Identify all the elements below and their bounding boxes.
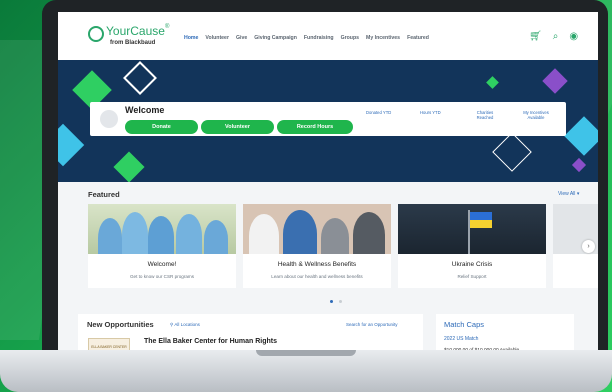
top-navigation: YourCause® from Blackbaud Home Volunteer…: [58, 12, 598, 60]
avatar[interactable]: [100, 110, 118, 128]
filter-icon: ⚲: [170, 322, 174, 327]
nav-home[interactable]: Home: [184, 35, 198, 41]
location-filter[interactable]: ⚲ All Locations: [170, 322, 200, 328]
person-illustration: [353, 212, 385, 254]
person-illustration: [122, 212, 148, 254]
record-hours-button[interactable]: Record Hours: [277, 120, 353, 134]
card-subtitle: Learn about our health and wellness bene…: [271, 274, 363, 279]
hero-decoration: [492, 132, 532, 172]
welcome-title: Welcome: [125, 105, 165, 115]
header-icons: 🛒︎ ⌕ ◉: [529, 32, 578, 42]
featured-card-health[interactable]: Health & Wellness Benefits Learn about o…: [243, 204, 391, 288]
opportunities-heading: New Opportunities: [87, 320, 154, 329]
card-subtitle: Get to know our CSR programs: [129, 274, 195, 279]
nav-volunteer[interactable]: Volunteer: [205, 35, 229, 41]
laptop-base: [0, 350, 612, 392]
welcome-card-image: [88, 204, 236, 254]
stat-my-incentives[interactable]: My Incentives Available: [518, 110, 554, 120]
flag-blue: [470, 212, 492, 220]
donate-button[interactable]: Donate: [125, 120, 198, 134]
hero-decoration: [571, 157, 587, 173]
user-icon[interactable]: ◉: [569, 32, 578, 42]
match-program-name[interactable]: 2022 US Match: [444, 336, 478, 342]
carousel-next-button[interactable]: ›: [582, 240, 595, 253]
hero-decoration: [58, 123, 85, 167]
person-illustration: [148, 216, 174, 254]
featured-heading: Featured: [88, 190, 120, 199]
card-subtitle: Relief Support: [457, 274, 487, 279]
health-card-image: [243, 204, 391, 254]
card-title: Welcome!: [147, 261, 177, 268]
card-title: Health & Wellness Benefits: [277, 261, 357, 268]
logo-registered-mark: ®: [164, 24, 170, 30]
stat-charities-reached[interactable]: Charities Reached: [472, 110, 498, 120]
main-menu: Home Volunteer Give Giving Campaign Fund…: [184, 35, 429, 41]
hero-decoration: [123, 61, 157, 95]
hero-decoration: [542, 68, 568, 94]
nav-featured[interactable]: Featured: [407, 35, 429, 41]
logo-subtitle: from Blackbaud: [110, 40, 156, 46]
logo-text: YourCause: [106, 24, 165, 38]
hero-decoration: [564, 116, 598, 156]
nav-give[interactable]: Give: [236, 35, 247, 41]
hero-banner: Welcome Donate Volunteer Record Hours Do…: [58, 60, 598, 182]
person-illustration: [204, 220, 228, 254]
search-opportunity-link[interactable]: Search for an Opportunity: [346, 322, 398, 327]
nav-fundraising[interactable]: Fundraising: [304, 35, 334, 41]
carousel-dot[interactable]: [339, 300, 342, 303]
chevron-down-icon: ▾: [576, 191, 580, 197]
nav-groups[interactable]: Groups: [341, 35, 359, 41]
location-filter-label: All Locations: [174, 322, 200, 327]
person-illustration: [321, 218, 349, 254]
featured-card-welcome[interactable]: Welcome! Get to know our CSR programs: [88, 204, 236, 288]
card-title: Ukraine Crisis: [451, 261, 493, 268]
welcome-card: Welcome Donate Volunteer Record Hours Do…: [90, 102, 566, 136]
person-illustration: [176, 214, 202, 254]
welcome-actions: Donate Volunteer Record Hours: [125, 120, 353, 134]
hero-decoration: [486, 76, 499, 89]
hero-decoration: [113, 151, 145, 182]
cart-icon[interactable]: 🛒︎: [529, 32, 542, 42]
carousel-dots: [330, 300, 342, 303]
nav-giving-campaign[interactable]: Giving Campaign: [254, 35, 297, 41]
view-all-label: View All: [558, 191, 576, 197]
logo-mark-icon: [88, 26, 104, 42]
stat-donated-ytd[interactable]: Donated YTD: [366, 110, 391, 115]
stat-hours-ytd[interactable]: Hours YTD: [420, 110, 441, 115]
person-illustration: [249, 214, 279, 254]
volunteer-button[interactable]: Volunteer: [201, 120, 274, 134]
laptop-screen: YourCause® from Blackbaud Home Volunteer…: [58, 12, 598, 356]
opportunity-name[interactable]: The Ella Baker Center for Human Rights: [144, 338, 277, 345]
search-icon[interactable]: ⌕: [553, 32, 559, 42]
ukraine-card-image: [398, 204, 546, 254]
person-illustration: [283, 210, 317, 254]
view-all-link[interactable]: View All ▾: [558, 191, 579, 197]
flag-pole: [468, 210, 470, 254]
featured-card-ukraine[interactable]: Ukraine Crisis Relief Support: [398, 204, 546, 288]
flag-yellow: [470, 220, 492, 228]
person-illustration: [98, 218, 122, 254]
match-caps-heading: Match Caps: [444, 320, 485, 329]
chevron-right-icon: ›: [587, 243, 590, 250]
laptop-notch: [256, 350, 356, 356]
nav-my-incentives[interactable]: My Incentives: [366, 35, 400, 41]
carousel-dot[interactable]: [330, 300, 333, 303]
